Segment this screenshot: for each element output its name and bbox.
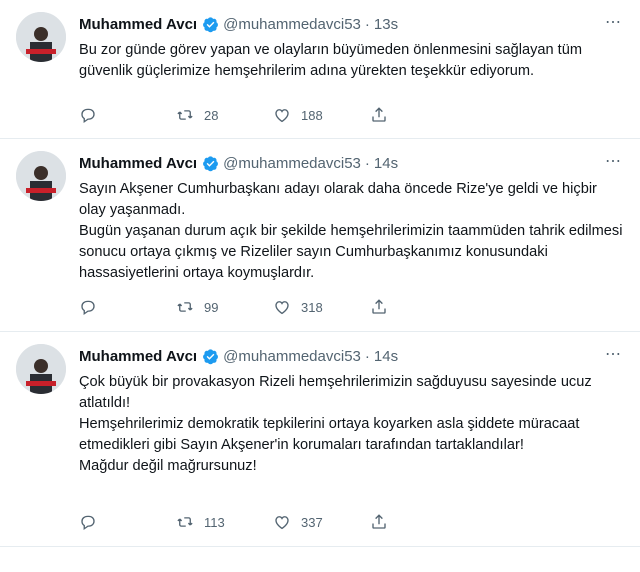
- verified-icon: [202, 155, 219, 172]
- like-button[interactable]: 318: [273, 298, 370, 316]
- like-count: 188: [301, 107, 323, 123]
- tweet-text: Bu zor günde görev yapan ve olayların bü…: [79, 42, 582, 79]
- tweet-text: Çok büyük bir provakasyon Rizeli hemşehr…: [79, 374, 592, 474]
- reply-button[interactable]: [79, 106, 176, 124]
- reply-button[interactable]: [79, 298, 176, 316]
- more-icon[interactable]: ⋯: [605, 152, 622, 172]
- tweet-header: Muhammed Avcı @muhammedavci53 · 13s: [79, 14, 624, 34]
- share-icon: [372, 299, 386, 314]
- retweet-count: 99: [204, 299, 219, 315]
- tweet-body: Muhammed Avcı @muhammedavci53 · 14s ⋯ Ço…: [79, 346, 624, 477]
- author-handle[interactable]: @muhammedavci53: [223, 155, 361, 172]
- like-count: 337: [301, 514, 323, 530]
- separator: ·: [364, 347, 370, 365]
- retweet-count: 113: [204, 514, 225, 530]
- share-icon: [372, 107, 386, 122]
- reply-icon: [81, 108, 95, 124]
- like-icon: [275, 109, 289, 123]
- share-button[interactable]: [370, 298, 467, 316]
- author-handle[interactable]: @muhammedavci53: [223, 16, 361, 33]
- tweet-body: Muhammed Avcı @muhammedavci53 · 14s ⋯ Sa…: [79, 153, 624, 284]
- tweet[interactable]: Muhammed Avcı @muhammedavci53 · 14s ⋯ Sa…: [0, 139, 640, 332]
- reply-button[interactable]: [79, 513, 176, 531]
- tweet-header: Muhammed Avcı @muhammedavci53 · 14s: [79, 153, 624, 173]
- retweet-button[interactable]: 99: [176, 298, 273, 316]
- reply-icon: [81, 300, 95, 316]
- timestamp[interactable]: 13s: [374, 16, 398, 33]
- more-icon[interactable]: ⋯: [605, 13, 622, 33]
- tweet-text: Sayın Akşener Cumhurbaşkanı adayı olarak…: [79, 181, 623, 281]
- timestamp[interactable]: 14s: [374, 155, 398, 172]
- like-icon: [275, 301, 289, 315]
- author-name[interactable]: Muhammed Avcı: [79, 348, 197, 365]
- separator: ·: [364, 154, 370, 172]
- avatar[interactable]: [16, 12, 66, 62]
- tweet-actions: 113 337: [79, 512, 624, 532]
- avatar[interactable]: [16, 344, 66, 394]
- like-button[interactable]: 188: [273, 106, 370, 124]
- tweet-header: Muhammed Avcı @muhammedavci53 · 14s: [79, 346, 624, 366]
- like-button[interactable]: 337: [273, 513, 370, 531]
- avatar[interactable]: [16, 151, 66, 201]
- tweet-actions: 99 318: [79, 297, 624, 317]
- separator: ·: [364, 15, 370, 33]
- timestamp[interactable]: 14s: [374, 348, 398, 365]
- author-handle[interactable]: @muhammedavci53: [223, 348, 361, 365]
- tweet[interactable]: Muhammed Avcı @muhammedavci53 · 14s ⋯ Ço…: [0, 332, 640, 547]
- more-icon[interactable]: ⋯: [605, 345, 622, 365]
- author-name[interactable]: Muhammed Avcı: [79, 155, 197, 172]
- retweet-icon: [177, 110, 193, 120]
- author-name[interactable]: Muhammed Avcı: [79, 16, 197, 33]
- verified-icon: [202, 348, 219, 365]
- like-icon: [275, 516, 289, 530]
- tweet-body: Muhammed Avcı @muhammedavci53 · 13s ⋯ Bu…: [79, 14, 624, 82]
- tweet[interactable]: Muhammed Avcı @muhammedavci53 · 13s ⋯ Bu…: [0, 0, 640, 139]
- verified-icon: [202, 16, 219, 33]
- reply-icon: [81, 515, 95, 531]
- tweet-actions: 28 188: [79, 105, 624, 125]
- like-count: 318: [301, 299, 323, 315]
- timeline-feed: Muhammed Avcı @muhammedavci53 · 13s ⋯ Bu…: [0, 0, 640, 547]
- retweet-count: 28: [204, 107, 219, 123]
- retweet-button[interactable]: 28: [176, 106, 273, 124]
- retweet-icon: [177, 517, 193, 527]
- share-icon: [372, 514, 386, 529]
- retweet-button[interactable]: 113: [176, 513, 273, 531]
- share-button[interactable]: [370, 513, 467, 531]
- share-button[interactable]: [370, 106, 467, 124]
- retweet-icon: [177, 302, 193, 312]
